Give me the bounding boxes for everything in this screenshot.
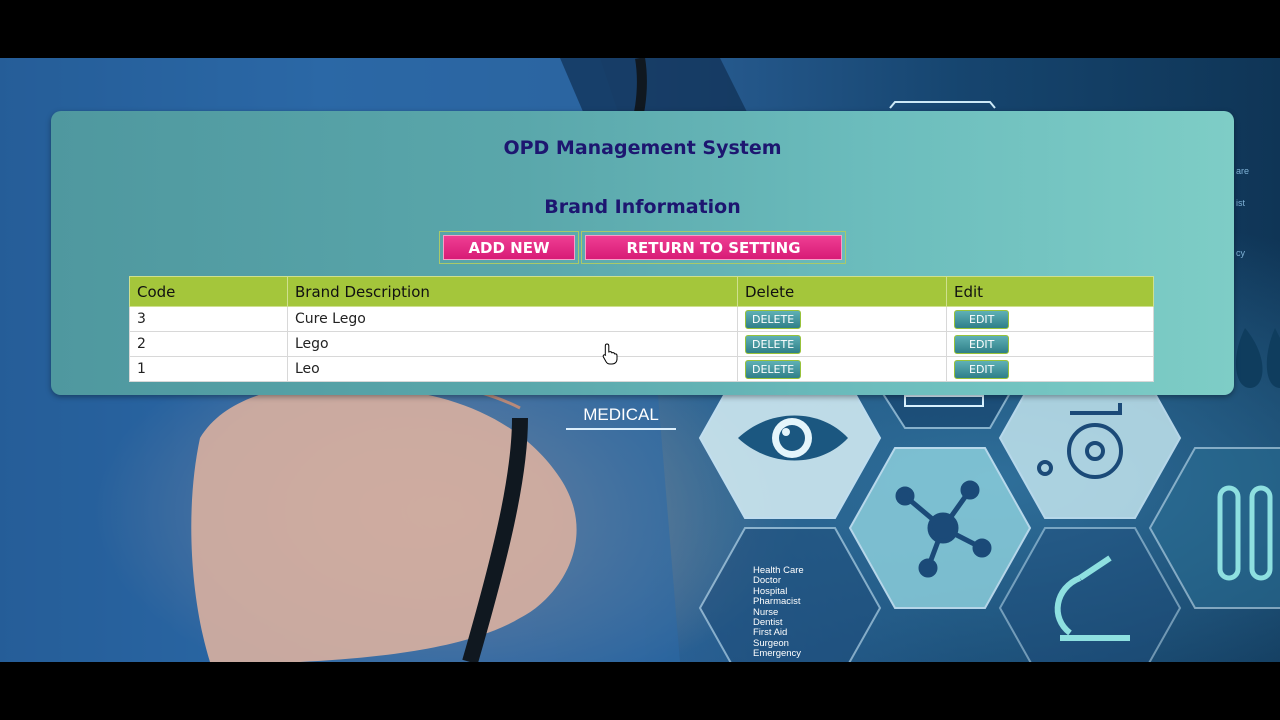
- edit-button[interactable]: EDIT: [954, 334, 1010, 354]
- edit-button[interactable]: EDIT: [954, 359, 1010, 379]
- cell-code: 2: [129, 331, 288, 357]
- cell-description: Lego: [287, 331, 738, 357]
- background-text-fragment: cy: [1236, 248, 1245, 258]
- background-text-fragment: are: [1236, 166, 1250, 176]
- cell-delete: DELETE: [737, 356, 947, 382]
- cell-code: 3: [129, 306, 288, 332]
- table-row: 2 Lego DELETE EDIT: [129, 331, 1154, 357]
- video-letterbox-bottom: [0, 662, 1280, 720]
- cell-description: Cure Lego: [287, 306, 738, 332]
- column-header-description: Brand Description: [287, 276, 738, 307]
- return-cell: RETURN TO SETTING: [581, 231, 846, 264]
- column-header-delete: Delete: [737, 276, 947, 307]
- cell-delete: DELETE: [737, 331, 947, 357]
- cell-edit: EDIT: [946, 356, 1154, 382]
- brand-table: Code Brand Description Delete Edit 3 Cur…: [129, 276, 1154, 382]
- drops-icon: [1235, 328, 1280, 388]
- edit-button[interactable]: EDIT: [954, 309, 1010, 329]
- hand-cursor-icon: [602, 343, 618, 365]
- column-header-code: Code: [129, 276, 288, 307]
- table-row: 3 Cure Lego DELETE EDIT: [129, 306, 1154, 332]
- medical-label: MEDICAL: [566, 402, 676, 430]
- system-title: OPD Management System: [503, 137, 782, 159]
- delete-button[interactable]: DELETE: [745, 359, 802, 379]
- video-letterbox-top: [0, 0, 1280, 58]
- cell-edit: EDIT: [946, 306, 1154, 332]
- cell-code: 1: [129, 356, 288, 382]
- column-header-edit: Edit: [946, 276, 1154, 307]
- brand-panel: OPD Management System Brand Information …: [51, 111, 1234, 395]
- cell-description: Leo: [287, 356, 738, 382]
- table-header-row: Code Brand Description Delete Edit: [129, 276, 1154, 307]
- page-title: Brand Information: [544, 196, 741, 218]
- table-row: 1 Leo DELETE EDIT: [129, 356, 1154, 382]
- add-new-button[interactable]: ADD NEW: [443, 235, 575, 260]
- cell-delete: DELETE: [737, 306, 947, 332]
- cell-edit: EDIT: [946, 331, 1154, 357]
- return-to-setting-button[interactable]: RETURN TO SETTING: [585, 235, 842, 260]
- add-new-cell: ADD NEW: [439, 231, 579, 264]
- delete-button[interactable]: DELETE: [745, 309, 802, 329]
- delete-button[interactable]: DELETE: [745, 334, 802, 354]
- health-term: Emergency: [753, 648, 802, 660]
- background-text-fragment: ist: [1236, 198, 1245, 208]
- health-terms-list: Health Care Doctor Hospital Pharmacist N…: [753, 565, 843, 660]
